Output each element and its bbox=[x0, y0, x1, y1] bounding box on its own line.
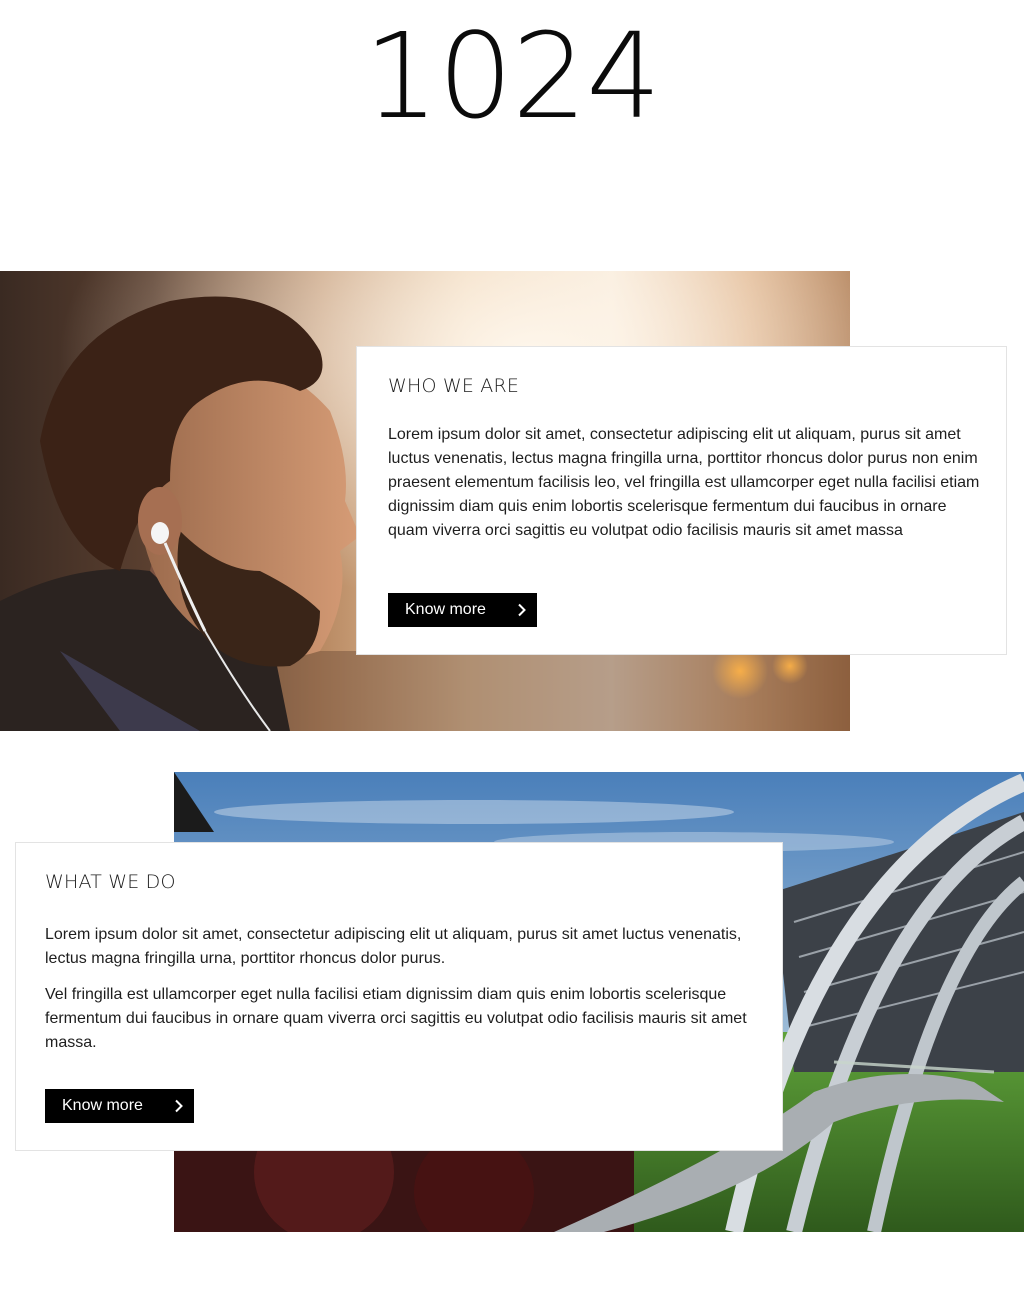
what-we-do-card: WHAT WE DO Lorem ipsum dolor sit amet, c… bbox=[15, 842, 783, 1151]
what-we-do-heading: WHAT WE DO bbox=[45, 871, 176, 893]
what-we-do-text-2: Vel fringilla est ullamcorper eget nulla… bbox=[45, 986, 747, 1051]
who-we-are-heading: WHO WE ARE bbox=[388, 375, 520, 397]
chevron-right-icon bbox=[507, 593, 537, 627]
who-we-are-know-more-button[interactable]: Know more bbox=[388, 593, 537, 627]
who-we-are-text: Lorem ipsum dolor sit amet, consectetur … bbox=[388, 426, 980, 539]
what-we-do-text-1: Lorem ipsum dolor sit amet, consectetur … bbox=[45, 926, 742, 967]
know-more-label: Know more bbox=[62, 1097, 143, 1114]
what-we-do-know-more-button[interactable]: Know more bbox=[45, 1089, 194, 1123]
chevron-right-icon bbox=[164, 1089, 194, 1123]
who-we-are-card: WHO WE ARE Lorem ipsum dolor sit amet, c… bbox=[356, 346, 1007, 655]
know-more-label: Know more bbox=[405, 601, 486, 618]
breakpoint-title: 1024 bbox=[363, 7, 661, 145]
